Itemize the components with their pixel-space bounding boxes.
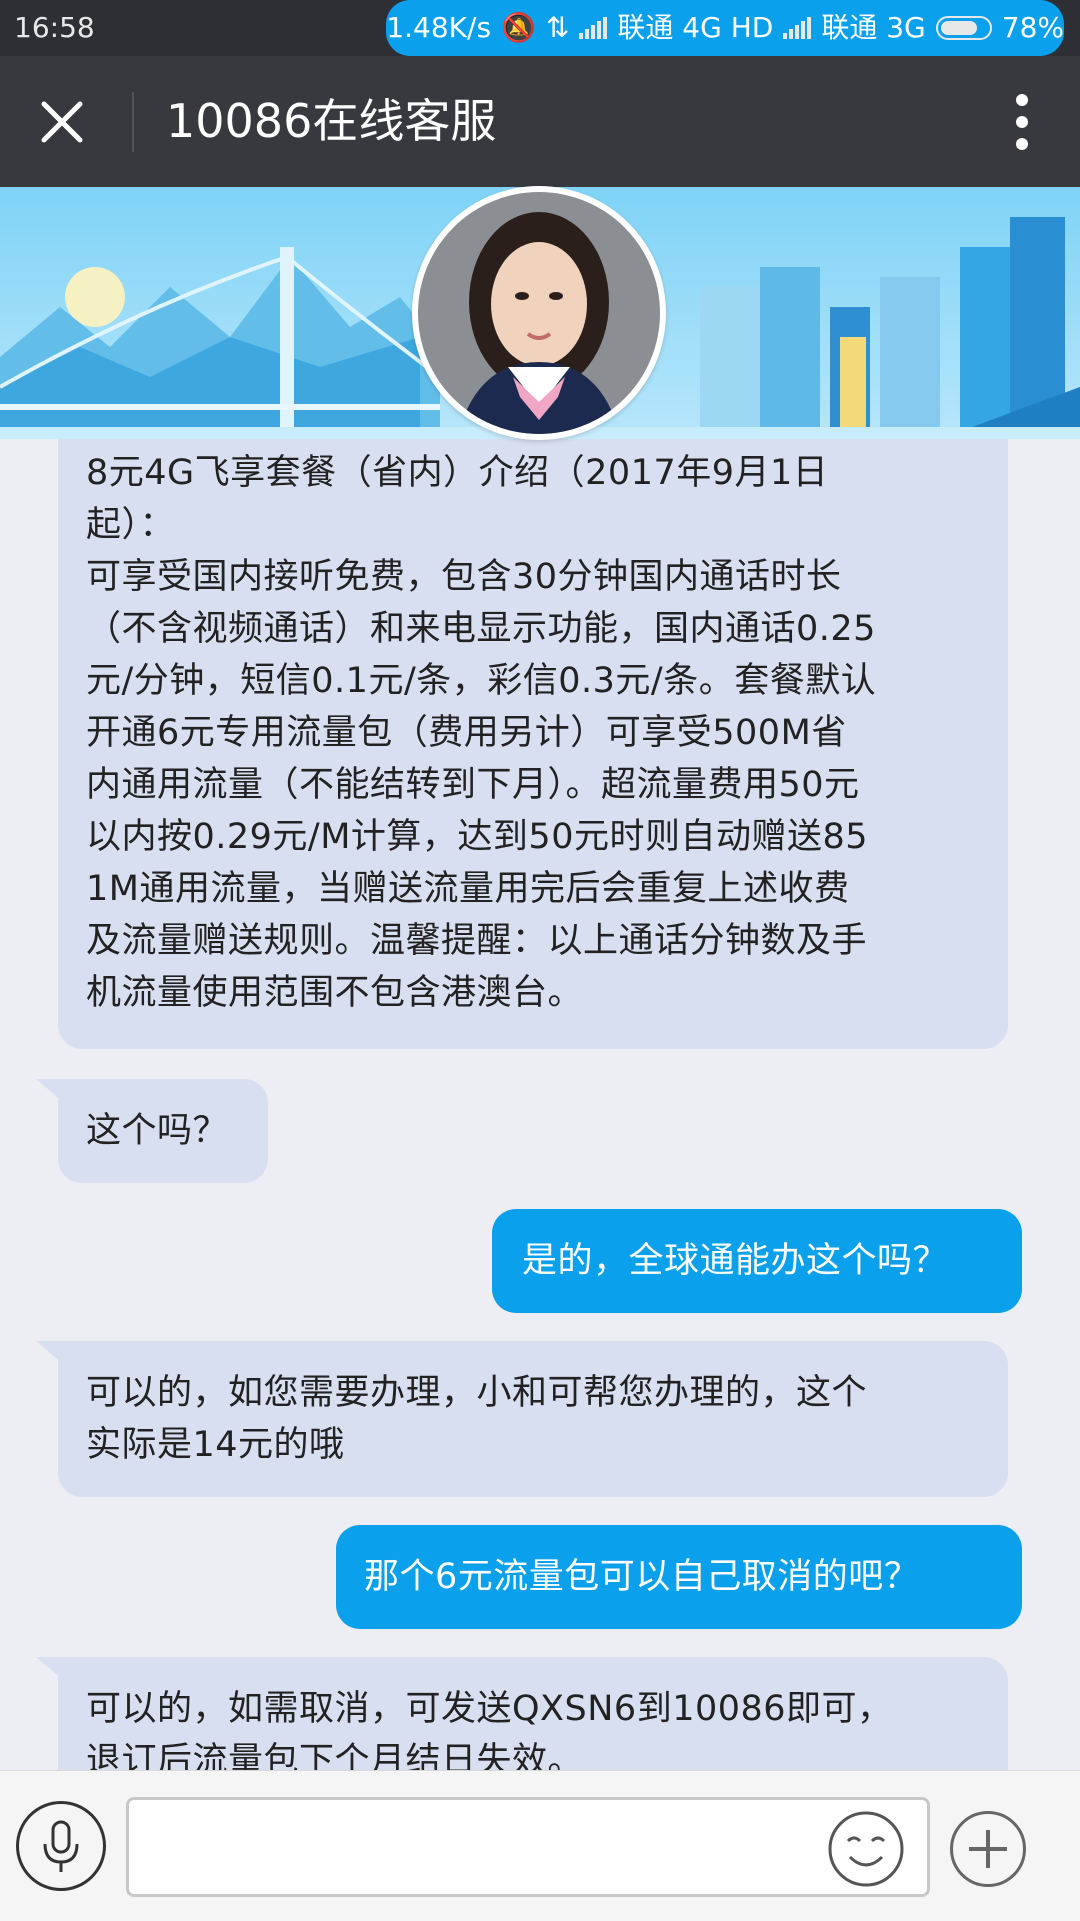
message-line: 可以的，如需取消，可发送QXSN6到10086即可， bbox=[86, 1689, 893, 1729]
message-line: 实际是14元的哦 bbox=[86, 1425, 345, 1465]
user-message: 那个6元流量包可以自己取消的吧？ bbox=[336, 1525, 1022, 1629]
message-line: 退订后流量包下个月结日失效。 bbox=[86, 1741, 584, 1770]
agent-avatar bbox=[412, 186, 666, 440]
carrier-1: 联通 4G HD bbox=[617, 11, 774, 44]
message-text: 这个吗？ bbox=[86, 1111, 229, 1151]
close-icon bbox=[41, 101, 83, 143]
battery-icon bbox=[935, 16, 992, 40]
divider bbox=[132, 92, 134, 152]
message-line: 可以的，如您需要办理，小和可帮您办理的，这个 bbox=[86, 1373, 868, 1413]
signal-icon bbox=[783, 17, 812, 39]
message-line: 及流量赠送规则。温馨提醒：以上通话分钟数及手 bbox=[86, 921, 868, 961]
message-text: 是的，全球通能办这个吗？ bbox=[522, 1241, 949, 1281]
message-line: 可享受国内接听免费，包含30分钟国内通话时长 bbox=[86, 557, 842, 597]
message-line: 内通用流量（不能结转到下月）。超流量费用50元 bbox=[86, 765, 860, 805]
status-bar: 16:58 1.48K/s 🔕 ⇅ 联通 4G HD 联通 3G 78% bbox=[0, 0, 1080, 56]
agent-message: 8元4G飞享套餐（省内）介绍（2017年9月1日 起）： 可享受国内接听免费，包… bbox=[58, 439, 1008, 1049]
message-line: 开通6元专用流量包（费用另计）可享受500M省 bbox=[86, 713, 847, 753]
agent-message: 这个吗？ bbox=[36, 1079, 268, 1183]
emoji-button[interactable] bbox=[826, 1809, 906, 1889]
smiley-icon bbox=[828, 1811, 904, 1887]
battery-percent: 78% bbox=[1001, 11, 1064, 44]
user-message: 是的，全球通能办这个吗？ bbox=[492, 1209, 1022, 1313]
message-line: 元/分钟，短信0.1元/条，彩信0.3元/条。套餐默认 bbox=[86, 661, 877, 701]
message-line: 机流量使用范围不包含港澳台。 bbox=[86, 973, 584, 1013]
agent-message: 可以的，如需取消，可发送QXSN6到10086即可， 退订后流量包下个月结日失效… bbox=[36, 1657, 1008, 1770]
input-bar bbox=[0, 1770, 1080, 1921]
voice-button[interactable] bbox=[16, 1801, 106, 1891]
status-time: 16:58 bbox=[14, 11, 95, 44]
status-right: 1.48K/s 🔕 ⇅ 联通 4G HD 联通 3G 78% bbox=[386, 0, 1064, 56]
carrier-2: 联通 3G bbox=[821, 11, 926, 44]
agent-message: 可以的，如您需要办理，小和可帮您办理的，这个 实际是14元的哦 bbox=[36, 1341, 1008, 1497]
title-bar: 10086在线客服 bbox=[0, 56, 1080, 187]
plus-button[interactable] bbox=[950, 1811, 1026, 1887]
microphone-icon bbox=[43, 1820, 79, 1872]
mute-icon: 🔕 bbox=[501, 11, 536, 44]
close-button[interactable] bbox=[30, 90, 94, 154]
data-transfer-icon: ⇅ bbox=[545, 11, 570, 44]
signal-icon bbox=[579, 17, 608, 39]
message-line: 以内按0.29元/M计算，达到50元时则自动赠送85 bbox=[86, 817, 868, 857]
plus-icon bbox=[969, 1830, 1007, 1868]
page-title: 10086在线客服 bbox=[166, 94, 497, 148]
message-line: 起）： bbox=[86, 505, 176, 545]
message-line: 8元4G飞享套餐（省内）介绍（2017年9月1日 bbox=[86, 453, 829, 493]
more-button[interactable] bbox=[994, 86, 1050, 158]
more-vertical-icon bbox=[1016, 94, 1028, 150]
network-speed: 1.48K/s bbox=[386, 11, 492, 44]
message-line: （不含视频通话）和来电显示功能，国内通话0.25 bbox=[86, 609, 876, 649]
message-line: 1M通用流量，当赠送流量用完后会重复上述收费 bbox=[86, 869, 850, 909]
message-text: 那个6元流量包可以自己取消的吧？ bbox=[364, 1557, 920, 1597]
message-input[interactable] bbox=[126, 1797, 930, 1897]
chat-list[interactable]: 8元4G飞享套餐（省内）介绍（2017年9月1日 起）： 可享受国内接听免费，包… bbox=[0, 439, 1080, 1770]
